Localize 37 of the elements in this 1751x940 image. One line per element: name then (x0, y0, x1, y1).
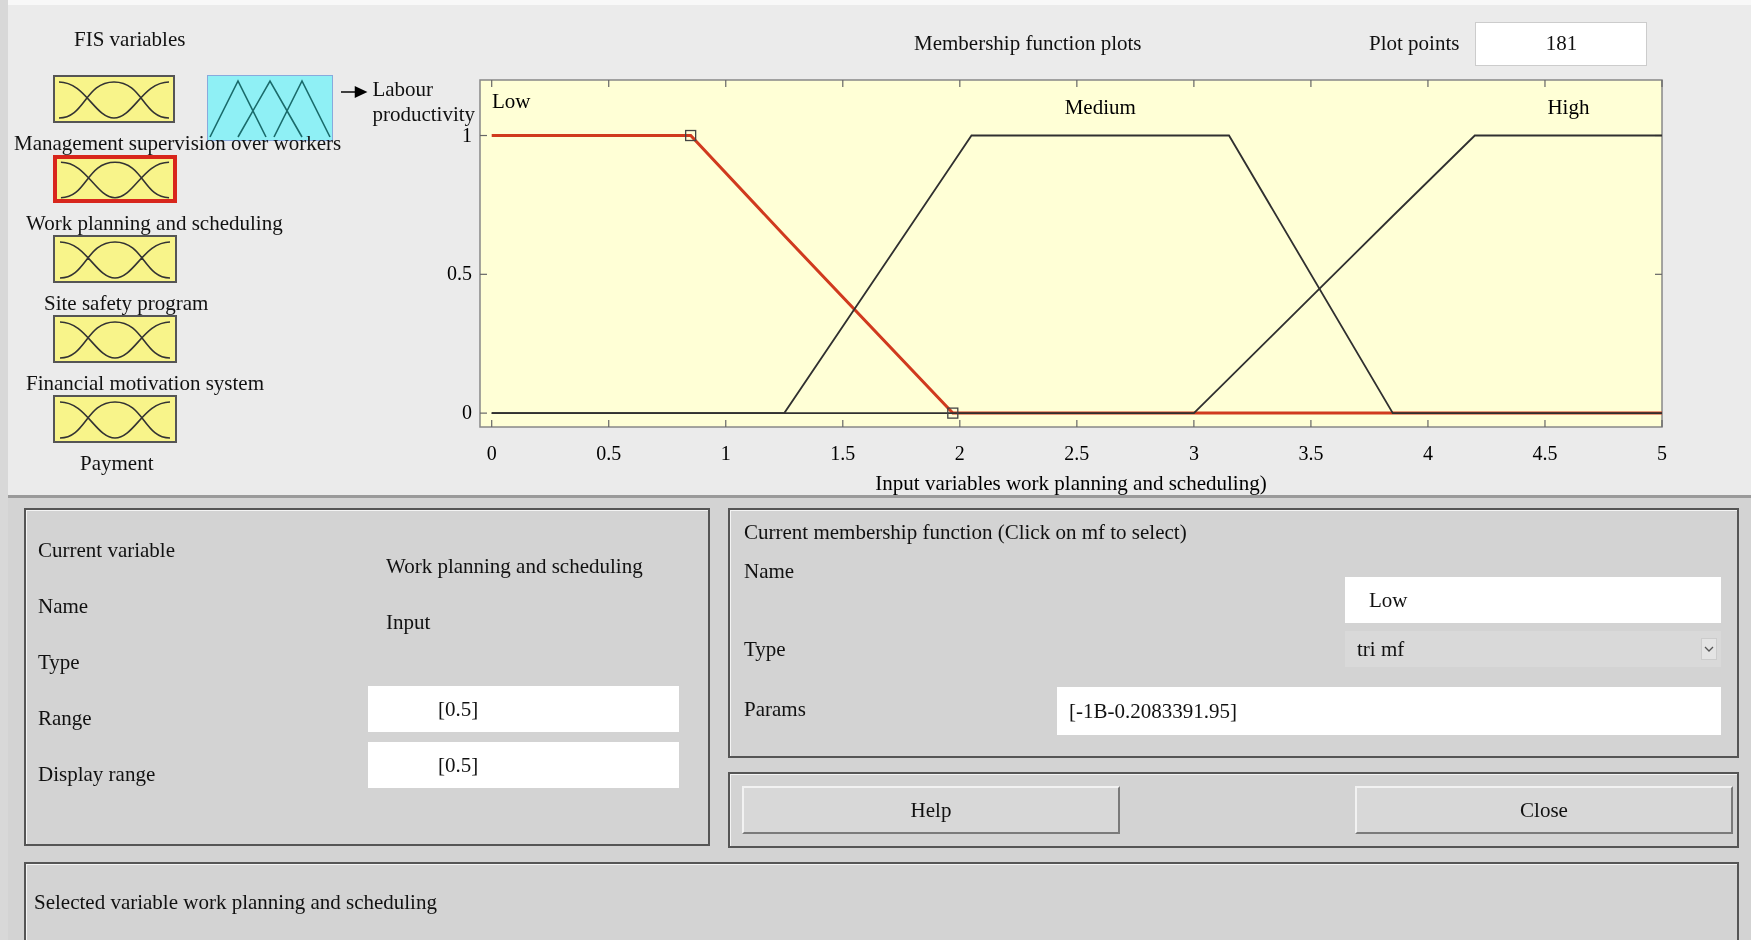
variable-name: Work planning and scheduling (385, 554, 644, 580)
x-tick-label: 2 (954, 442, 965, 464)
range-label: Range (38, 706, 93, 732)
name-label: Name (38, 594, 90, 620)
membership-function-title: Current membership function (Click on mf to select) (744, 520, 1188, 545)
variable-label: Payment (80, 451, 154, 475)
x-tick-label: 0.5 (596, 442, 622, 464)
variable-type: Input (385, 610, 432, 636)
x-axis-label: Input variables work planning and scheduling) (875, 471, 1267, 495)
y-tick-label: 0.5 (447, 262, 472, 285)
name-label: Name (744, 559, 795, 584)
y-tick-label: 0 (462, 401, 472, 424)
type-label: Type (38, 650, 81, 676)
x-tick-label: 4 (1422, 442, 1433, 464)
x-tick-label: 3.5 (1298, 442, 1324, 464)
variable-label: Financial motivation system (26, 371, 264, 395)
params-label: Params (744, 697, 806, 722)
fis-variables-title: FIS variables (74, 27, 187, 53)
x-tick-label: 4.5 (1532, 442, 1558, 464)
x-tick-label: 3 (1188, 442, 1199, 464)
x-tick-label: 5 (1657, 442, 1667, 464)
variable-label: Work planning and scheduling (26, 211, 283, 235)
plot-points-label: Plot points (1369, 31, 1460, 56)
x-tick-label: 0 (486, 442, 497, 464)
membership-function-label: Low (492, 89, 531, 113)
variable-label: Site safety program (44, 291, 209, 315)
x-tick-label: 1.5 (830, 442, 856, 464)
membership-function-label: High (1547, 95, 1590, 119)
status-text: Selected variable work planning and scheduling (34, 889, 437, 915)
current-variable-title: Current variable (38, 538, 177, 564)
membership-function-label: Medium (1064, 95, 1136, 119)
variable-label: Management supervision over workers (14, 131, 342, 155)
display-range-label: Display range (38, 762, 157, 788)
plot-title: Membership function plots (914, 31, 1143, 56)
x-tick-label: 1 (720, 442, 731, 464)
type-label: Type (744, 636, 786, 662)
x-tick-label: 2.5 (1064, 442, 1090, 464)
